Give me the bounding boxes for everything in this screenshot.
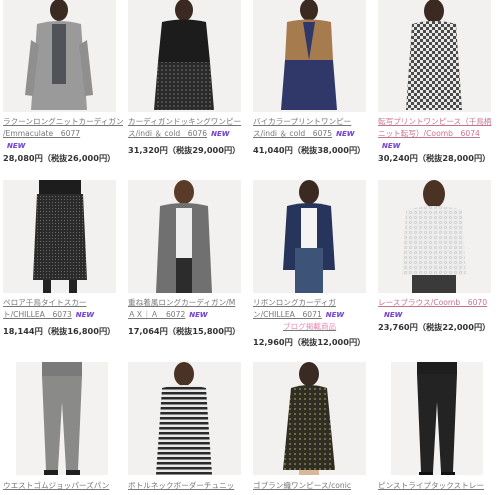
product-card[interactable]: ペロア千鳥タイトスカー ト/CHILLEA 6073 NEW 18,144円（税抜…	[0, 180, 125, 360]
product-name-line1[interactable]: ウエストゴムジョッパーズパン	[3, 481, 109, 490]
product-name-line1[interactable]: 重ね着風ロングカーディガン/M	[128, 298, 235, 307]
product-photo[interactable]	[378, 180, 491, 293]
product-photo[interactable]	[16, 362, 108, 475]
product-name-link[interactable]: ラクーンロングニットカーディガン /Emmaculate 6077 NEW	[3, 116, 123, 152]
product-name-line1[interactable]: リボンロングカーディガ	[253, 298, 336, 307]
product-name-link[interactable]: カーディガンドッキングワンピー ス/indi ＆ cold 6076 NEW	[128, 116, 248, 140]
product-name-line2[interactable]: ス/indi ＆ cold 6075 NEW	[253, 128, 373, 140]
product-name-link[interactable]: ウエストゴムジョッパーズパン	[3, 480, 123, 492]
new-badge: NEW	[382, 142, 401, 150]
product-price: 18,144円（税抜16,800円）	[3, 326, 116, 336]
product-name-link[interactable]: ゴブラン織ワンピース/conic	[253, 480, 373, 492]
product-card[interactable]: ボトルネックボーダーチュニッ	[125, 362, 250, 495]
product-card[interactable]: ゴブラン織ワンピース/conic	[250, 362, 375, 495]
product-price: 28,080円（税抜26,000円）	[3, 153, 116, 163]
new-badge: NEW	[336, 130, 355, 138]
product-name-line2[interactable]: ス/indi ＆ cold 6076 NEW	[128, 128, 248, 140]
product-photo[interactable]	[253, 180, 366, 293]
product-price: 31,320円（税抜29,000円）	[128, 145, 241, 155]
product-photo[interactable]	[128, 362, 241, 475]
product-photo[interactable]	[3, 0, 116, 112]
product-card[interactable]: リボンロングカーディガ ン/CHILLEA 6071 NEW ブログ掲載商品 12…	[250, 180, 375, 360]
product-name-link[interactable]: リボンロングカーディガ ン/CHILLEA 6071 NEW ブログ掲載商品	[253, 297, 373, 333]
product-name-line1[interactable]: バイカラープリントワンピー	[253, 117, 351, 126]
product-price: 23,760円（税抜22,000円）	[378, 322, 491, 332]
product-card[interactable]: ピンストライプタックストレー	[375, 362, 500, 495]
product-price: 30,240円（税抜28,000円）	[378, 153, 491, 163]
product-card[interactable]: 転写プリントワンピース（千鳥柄 ニット転写）/Coomb 6074 NEW 30…	[375, 0, 500, 175]
product-card[interactable]: バイカラープリントワンピー ス/indi ＆ cold 6075 NEW 41,0…	[250, 0, 375, 175]
product-name-link[interactable]: レースブラウス/Coomb 6070 NEW	[378, 297, 500, 321]
new-badge: NEW	[384, 311, 403, 319]
product-card[interactable]: カーディガンドッキングワンピー ス/indi ＆ cold 6076 NEW 31…	[125, 0, 250, 175]
product-name-line1[interactable]: ピンストライプタックストレー	[378, 481, 484, 490]
product-name-line1[interactable]: 転写プリントワンピース（千鳥柄	[378, 117, 492, 126]
product-card[interactable]: ウエストゴムジョッパーズパン	[0, 362, 125, 495]
product-photo[interactable]	[378, 0, 491, 112]
product-name-line2[interactable]: ト/CHILLEA 6073 NEW	[3, 309, 123, 321]
product-name-line2[interactable]: /Emmaculate 6077	[3, 128, 123, 140]
product-name-line2[interactable]: ＡＸ｜Ａ 6072 NEW	[128, 309, 248, 321]
product-name-line1[interactable]: ゴブラン織ワンピース/conic	[253, 481, 351, 490]
product-photo[interactable]	[3, 180, 116, 293]
blog-featured-note: ブログ掲載商品	[283, 322, 337, 331]
new-badge: NEW	[7, 142, 26, 150]
product-name-link[interactable]: ボトルネックボーダーチュニッ	[128, 480, 248, 492]
product-name-line1[interactable]: カーディガンドッキングワンピー	[128, 117, 241, 126]
product-price: 12,960円（税抜12,000円）	[253, 337, 366, 347]
product-name-line1[interactable]: ペロア千鳥タイトスカー	[3, 298, 87, 307]
new-badge: NEW	[75, 311, 95, 319]
product-price: 17,064円（税抜15,800円）	[128, 326, 241, 336]
product-photo[interactable]	[128, 0, 241, 112]
new-badge: NEW	[189, 311, 208, 319]
product-photo[interactable]	[128, 180, 241, 293]
product-card[interactable]: レースブラウス/Coomb 6070 NEW 23,760円（税抜22,000円…	[375, 180, 500, 360]
product-name-line1[interactable]: ボトルネックボーダーチュニッ	[128, 481, 234, 490]
product-photo[interactable]	[391, 362, 483, 475]
new-badge: NEW	[211, 130, 230, 138]
product-name-link[interactable]: ペロア千鳥タイトスカー ト/CHILLEA 6073 NEW	[3, 297, 123, 321]
product-name-link[interactable]: バイカラープリントワンピー ス/indi ＆ cold 6075 NEW	[253, 116, 373, 140]
product-name-line1[interactable]: ラクーンロングニットカーディガン	[3, 117, 123, 126]
product-name-link[interactable]: ピンストライプタックストレー	[378, 480, 500, 492]
product-name-link[interactable]: 重ね着風ロングカーディガン/M ＡＸ｜Ａ 6072 NEW	[128, 297, 248, 321]
product-card[interactable]: ラクーンロングニットカーディガン /Emmaculate 6077 NEW 28…	[0, 0, 125, 175]
product-photo[interactable]	[253, 0, 366, 112]
product-price: 41,040円（税抜38,000円）	[253, 145, 366, 155]
new-badge: NEW	[325, 311, 345, 319]
product-photo[interactable]	[253, 362, 366, 475]
product-card[interactable]: 重ね着風ロングカーディガン/M ＡＸ｜Ａ 6072 NEW 17,064円（税抜1…	[125, 180, 250, 360]
product-name-line2[interactable]: ン/CHILLEA 6071 NEW	[253, 309, 373, 321]
product-name-line2[interactable]: ニット転写）/Coomb 6074	[378, 128, 500, 140]
product-name-link[interactable]: 転写プリントワンピース（千鳥柄 ニット転写）/Coomb 6074 NEW	[378, 116, 500, 152]
product-name-line1[interactable]: レースブラウス/Coomb 6070	[378, 298, 487, 307]
